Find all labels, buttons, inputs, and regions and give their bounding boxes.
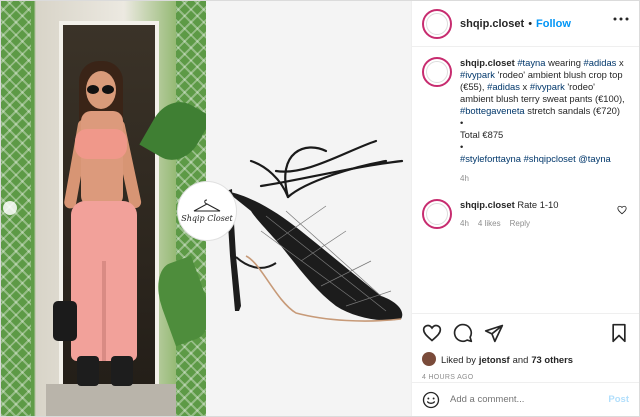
caption-hashtag-link[interactable]: #adidas [487, 81, 520, 92]
post-media[interactable]: Shqip Closet [1, 1, 411, 416]
avatar[interactable] [422, 199, 452, 229]
post-actions: Liked by jetonsf and 73 others 4 HOURS A… [412, 313, 639, 381]
carousel-prev-button[interactable] [3, 201, 17, 215]
separator-dot: • [528, 17, 533, 30]
caption-time: 4h [460, 174, 469, 183]
crop-top [75, 129, 127, 159]
comment-icon[interactable] [453, 323, 473, 343]
comment-meta: 4h 4 likes Reply [460, 219, 558, 228]
comment-input[interactable] [450, 394, 609, 405]
caption-text-segment: stretch sandals (€720) [524, 105, 621, 116]
follow-button[interactable]: Follow [536, 18, 571, 30]
pants-seam [102, 261, 106, 361]
caption-hashtag-link[interactable]: #tayna [517, 57, 545, 68]
likes-summary: Liked by jetonsf and 73 others [422, 352, 629, 366]
caption-hashtag-link[interactable]: #bottegaveneta [460, 105, 525, 116]
likes-middle: and [512, 353, 529, 365]
avatar[interactable] [422, 57, 452, 87]
more-options-icon[interactable] [613, 17, 629, 21]
liker-username[interactable]: jetonsf [479, 354, 510, 365]
avatar-logo [426, 61, 448, 83]
outfit-photo [1, 1, 206, 416]
caption-username[interactable]: shqip.closet [460, 57, 515, 68]
shqip-closet-logo: Shqip Closet [177, 181, 237, 241]
post-comment-button[interactable]: Post [608, 394, 629, 405]
comment-likes[interactable]: 4 likes [478, 219, 501, 228]
post-timestamp: 4 HOURS AGO [422, 374, 474, 381]
heart-icon[interactable] [617, 205, 627, 215]
caption-hashtag-link[interactable]: #ivypark [460, 69, 495, 80]
heart-icon[interactable] [422, 323, 442, 343]
caption: shqip.closet #tayna wearing #adidas x #i… [412, 47, 639, 185]
comment: shqip.closet Rate 1-10 4h 4 likes Reply [412, 185, 639, 229]
caption-text-segment: wearing [545, 57, 584, 68]
caption-bullet: • [460, 141, 464, 152]
avatar[interactable] [422, 8, 452, 39]
caption-body: shqip.closet #tayna wearing #adidas x #i… [460, 57, 629, 185]
logo-text: Shqip Closet [181, 214, 233, 223]
sunglasses [87, 85, 115, 94]
caption-text-segment: x [616, 57, 624, 68]
hanger-icon [193, 199, 221, 212]
likes-prefix: Liked by [441, 353, 476, 365]
sandal [77, 356, 99, 386]
sandal [111, 356, 133, 386]
caption-text-segment: x [519, 81, 530, 92]
action-icons [422, 320, 629, 346]
avatar-logo [426, 203, 448, 225]
caption-total: Total €875 [460, 129, 504, 140]
caption-hashtags[interactable]: #styleforttayna #shqipcloset @tayna [460, 153, 629, 165]
header-username[interactable]: shqip.closet [460, 18, 524, 30]
comment-reply-button[interactable]: Reply [510, 219, 530, 228]
liker-avatar[interactable] [422, 352, 436, 366]
post-header: shqip.closet • Follow [412, 1, 639, 47]
avatar-logo [426, 12, 448, 35]
post-sidebar: shqip.closet • Follow shqip.closet #tayn… [411, 1, 639, 416]
likes-others[interactable]: 73 others [531, 354, 573, 365]
bookmark-icon[interactable] [609, 323, 629, 343]
instagram-post: Shqip Closet shqip.closet • Follow shqip… [0, 0, 640, 417]
share-icon[interactable] [484, 323, 504, 343]
comment-time: 4h [460, 219, 469, 228]
caption-bullet: • [460, 117, 464, 128]
caption-hashtag-link[interactable]: #ivypark [530, 81, 565, 92]
add-comment-bar: Post [412, 382, 639, 416]
comment-username[interactable]: shqip.closet [460, 199, 515, 210]
comment-body: shqip.closet Rate 1-10 4h 4 likes Reply [460, 199, 558, 229]
smiley-icon[interactable] [422, 391, 440, 409]
caption-hashtag-link[interactable]: #adidas [584, 57, 617, 68]
comment-text: Rate 1-10 [517, 199, 559, 210]
handbag [53, 301, 77, 341]
floor [46, 384, 176, 416]
